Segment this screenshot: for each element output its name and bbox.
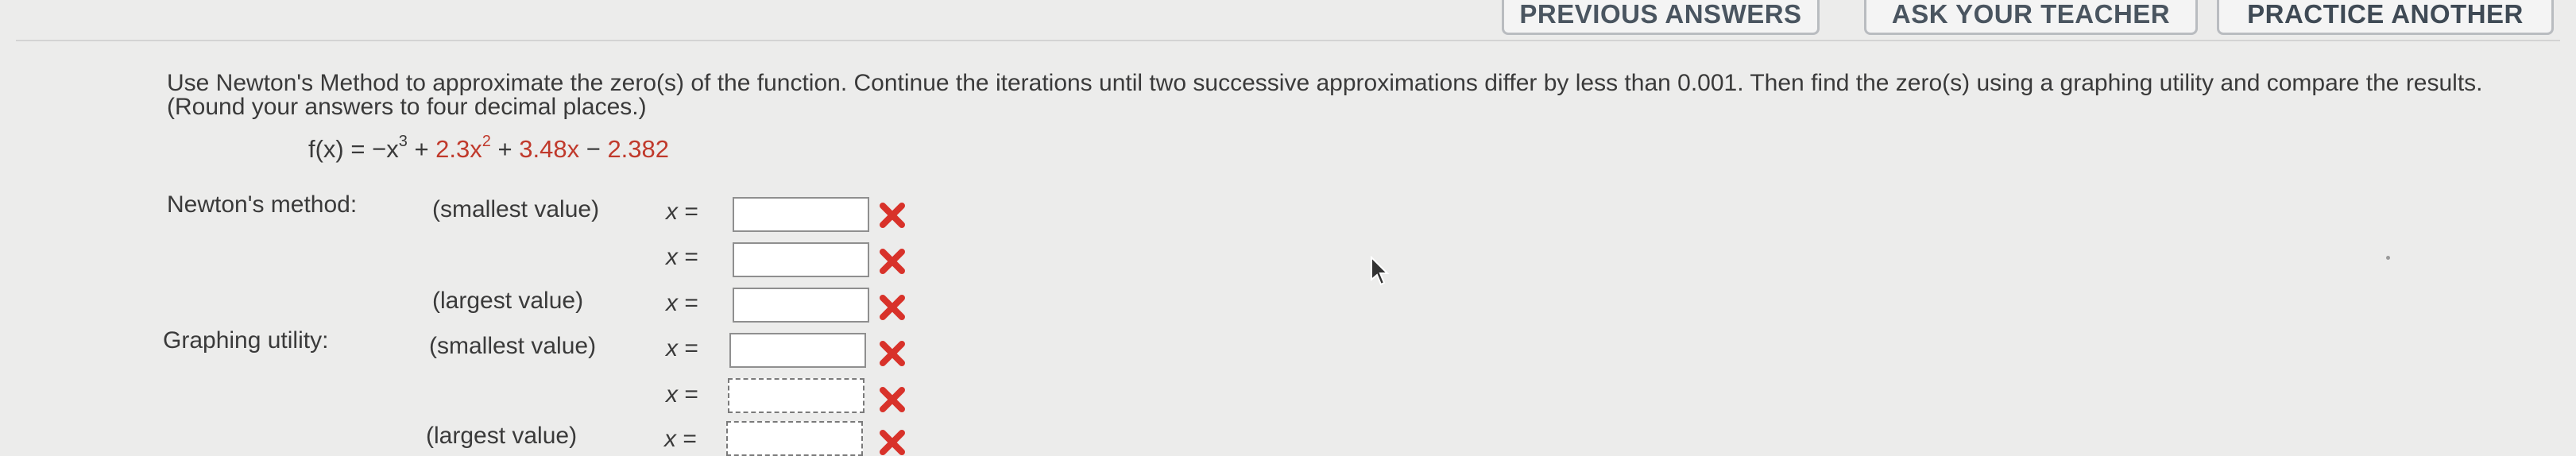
newton-row-1-var: x =: [666, 199, 698, 225]
incorrect-x-icon: [880, 387, 905, 412]
graph-row-3-qualifier: (largest value): [426, 423, 578, 449]
formula-term-2-exponent: 2: [482, 133, 491, 150]
graphing-middle-input[interactable]: [728, 378, 864, 413]
incorrect-x-icon: [880, 430, 905, 455]
graph-row-2-var: x =: [666, 381, 698, 408]
incorrect-x-icon: [880, 249, 905, 274]
newton-middle-input[interactable]: [733, 242, 869, 277]
problem-prompt: Use Newton's Method to approximate the z…: [167, 70, 2483, 120]
newton-row-2-var: x =: [666, 244, 698, 270]
formula-op-3: −: [579, 135, 608, 163]
graph-row-1-var: x =: [666, 335, 698, 361]
formula-term-3: 3.48x: [519, 135, 580, 163]
graph-row-1-qualifier: (smallest value): [429, 333, 597, 359]
ask-teacher-button[interactable]: ASK YOUR TEACHER: [1864, 0, 2198, 35]
newton-row-3-qualifier: (largest value): [432, 288, 584, 314]
newton-smallest-input[interactable]: [733, 197, 869, 232]
incorrect-x-icon: [880, 203, 905, 228]
newtons-method-label: Newton's method:: [167, 191, 358, 218]
newton-row-3-var: x =: [666, 290, 698, 316]
mouse-cursor-icon: [1371, 256, 1390, 286]
formula-term-4: 2.382: [607, 135, 670, 163]
newton-row-1-qualifier: (smallest value): [432, 196, 600, 222]
formula-term-1: −x: [372, 135, 399, 163]
stray-dot: [2386, 256, 2390, 260]
graphing-utility-label: Graphing utility:: [163, 327, 329, 354]
incorrect-x-icon: [880, 295, 905, 320]
graphing-smallest-input[interactable]: [729, 333, 866, 368]
function-formula: f(x) = −x3 + 2.3x2 + 3.48x − 2.382: [308, 133, 670, 164]
divider: [16, 40, 2560, 41]
formula-op-2: +: [490, 135, 520, 163]
graph-row-3-var: x =: [664, 426, 697, 452]
graphing-largest-input[interactable]: [726, 421, 863, 456]
formula-term-2: 2.3x: [435, 135, 482, 163]
previous-answers-button[interactable]: PREVIOUS ANSWERS: [1502, 0, 1820, 35]
newton-largest-input[interactable]: [733, 288, 869, 323]
incorrect-x-icon: [880, 341, 905, 366]
practice-another-button[interactable]: PRACTICE ANOTHER: [2217, 0, 2554, 35]
formula-op-1: +: [407, 135, 436, 163]
formula-lhs: f(x) =: [308, 135, 373, 163]
formula-term-1-exponent: 3: [398, 133, 408, 150]
